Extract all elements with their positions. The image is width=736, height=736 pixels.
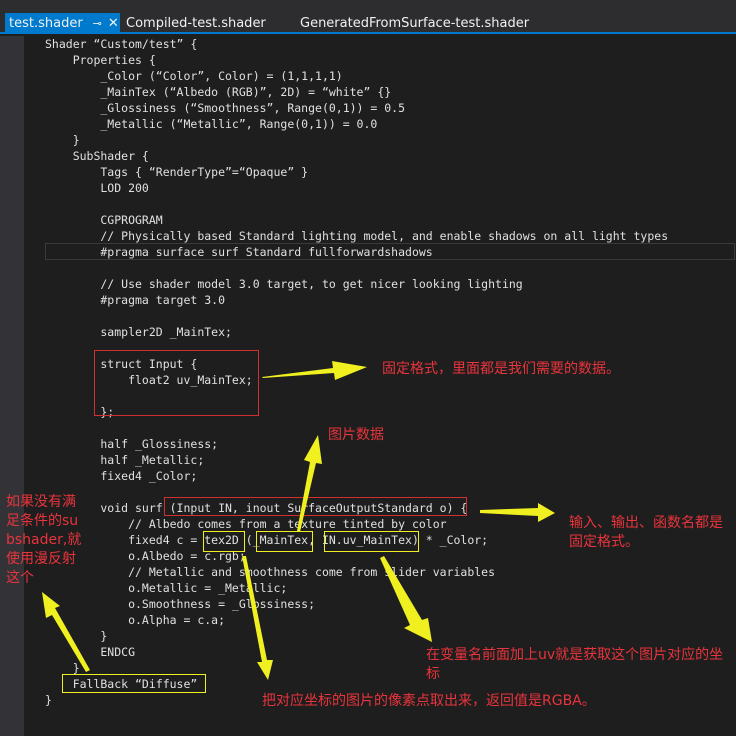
arrow-tex2d [242, 556, 273, 680]
arrow-fallback [42, 592, 90, 672]
uv-annotation: 在变量名前面加上uv就是获取这个图片对应的坐标 [426, 647, 724, 682]
arrow-surf [480, 503, 555, 522]
image-data-annotation: 图片数据 [328, 427, 384, 443]
arrow-struct [262, 361, 367, 380]
struct-annotation: 固定格式，里面都是我们需要的数据。 [382, 361, 620, 377]
arrow-image-data [297, 435, 322, 532]
annotation-arrows [42, 361, 555, 680]
fallback-annotation: 如果没有满足条件的subshader,就使用漫反射这个 [6, 494, 82, 586]
tex2d-annotation: 把对应坐标的图片的像素点取出来，返回值是RGBA。 [262, 693, 596, 709]
arrow-uv [380, 556, 432, 642]
surf-annotation: 输入、输出、函数名都是固定格式。 [569, 515, 723, 550]
